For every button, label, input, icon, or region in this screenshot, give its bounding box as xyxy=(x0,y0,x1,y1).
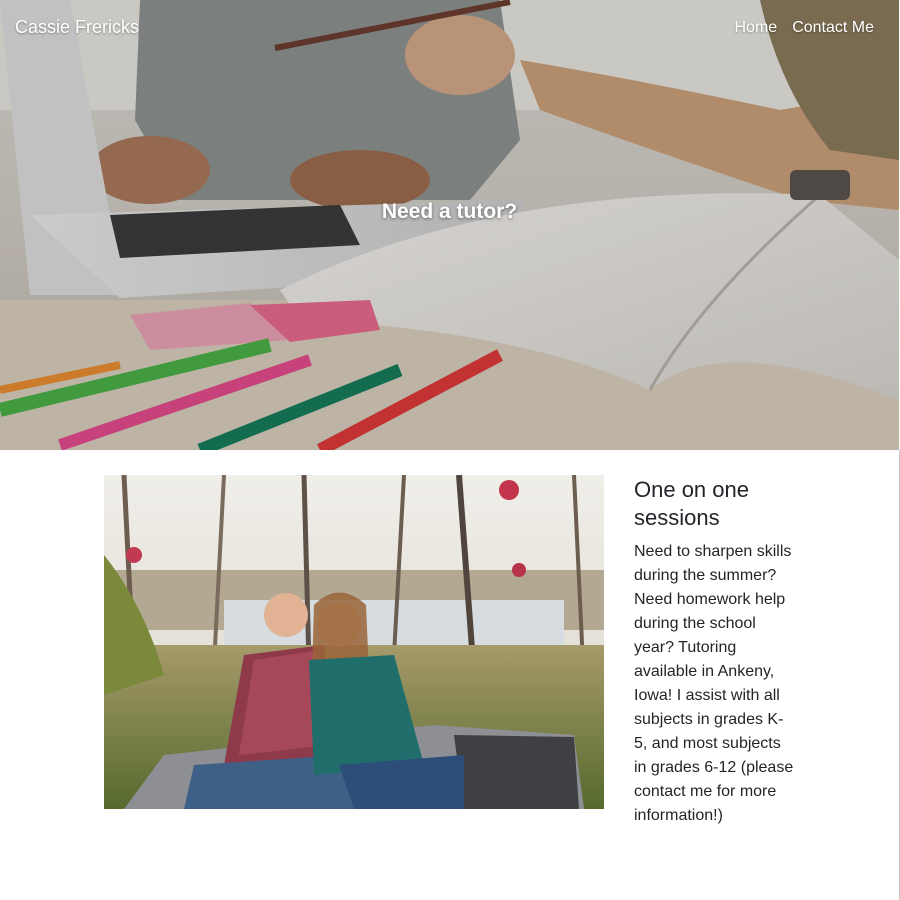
hero-headline: Need a tutor? xyxy=(381,200,518,223)
hero-overlay xyxy=(0,0,899,450)
section-heading: One on one sessions xyxy=(634,477,749,530)
main-nav: Home Contact Me xyxy=(735,19,875,37)
couple-photo xyxy=(104,475,604,809)
nav-contact-link[interactable]: Contact Me xyxy=(792,19,874,37)
site-title-link[interactable]: Cassie Frericks xyxy=(15,17,139,38)
nav-home-link[interactable]: Home xyxy=(735,19,778,37)
section-description: Need to sharpen skills during the summer… xyxy=(634,543,794,824)
hero-section: Cassie Frericks Home Contact Me Need a t… xyxy=(0,0,899,450)
